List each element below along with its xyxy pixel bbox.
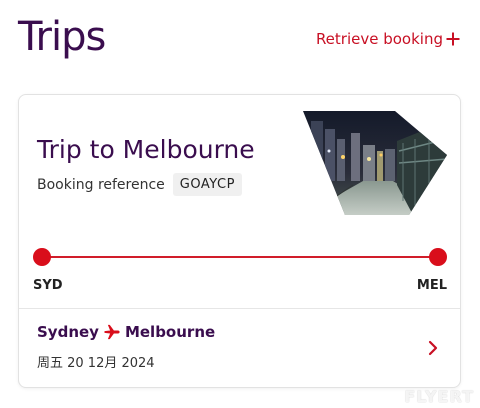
destination-marker bbox=[429, 248, 447, 266]
booking-reference-code: GOAYCP bbox=[172, 173, 242, 196]
flight-route: Sydney Melbourne bbox=[37, 323, 215, 341]
retrieve-booking-label: Retrieve booking bbox=[315, 30, 443, 48]
trips-page: Trips Retrieve booking Trip to Melbourne… bbox=[0, 0, 480, 408]
flight-date: 周五 20 12月 2024 bbox=[37, 356, 155, 371]
chevron-right-icon[interactable] bbox=[426, 339, 440, 357]
plane-icon bbox=[104, 324, 120, 340]
destination-image bbox=[303, 111, 447, 215]
booking-reference-row: Booking reference GOAYCP bbox=[37, 173, 242, 196]
booking-reference-label: Booking reference bbox=[37, 176, 165, 193]
destination-code: MEL bbox=[416, 278, 447, 293]
trip-title: Trip to Melbourne bbox=[37, 135, 255, 164]
trip-card[interactable]: Trip to Melbourne Booking reference GOAY… bbox=[18, 94, 461, 388]
page-title: Trips bbox=[18, 14, 106, 60]
flight-destination-city: Melbourne bbox=[124, 323, 216, 341]
origin-marker bbox=[33, 248, 51, 266]
route-line bbox=[41, 256, 439, 258]
flight-origin-city: Sydney bbox=[37, 323, 99, 341]
plus-icon bbox=[446, 32, 460, 46]
card-divider bbox=[19, 308, 460, 309]
retrieve-booking-button[interactable]: Retrieve booking bbox=[316, 30, 460, 48]
origin-code: SYD bbox=[33, 278, 63, 293]
watermark: FLYERT bbox=[404, 387, 474, 406]
